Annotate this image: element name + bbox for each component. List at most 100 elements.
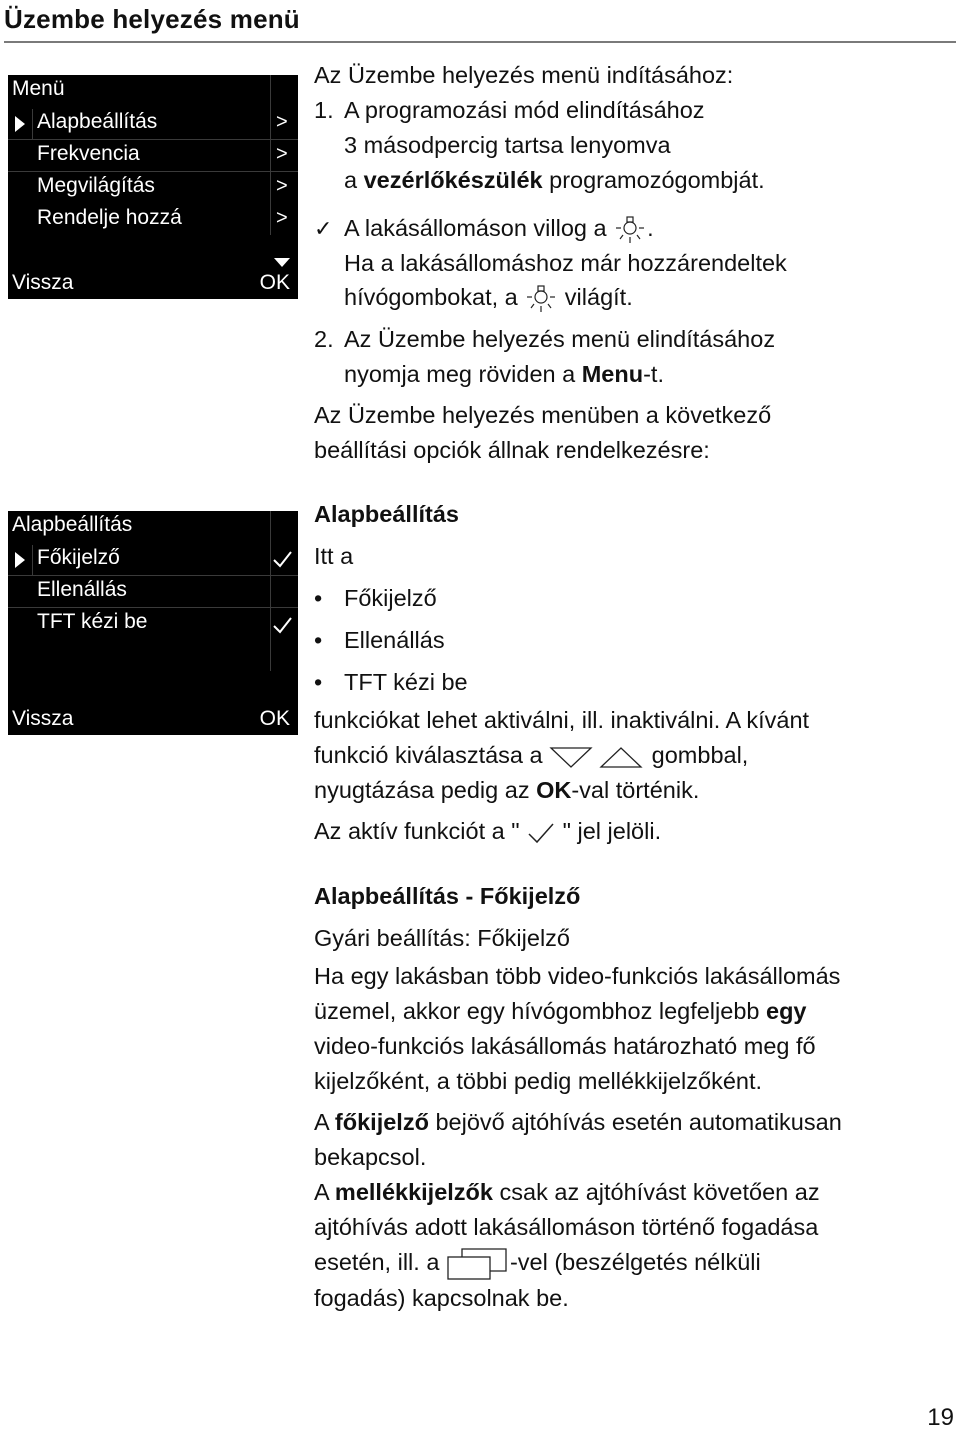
section-main-display-body: Ha egy lakásban több video-funkciós laká… bbox=[314, 959, 842, 1316]
text: gombbal, bbox=[645, 742, 749, 768]
paragraph-line: esetén, ill. a -vel (beszélgetés nélküli bbox=[314, 1245, 842, 1281]
paragraph-line: Ha egy lakásban több video-funkciós laká… bbox=[314, 963, 841, 989]
chevron-right-icon: > bbox=[276, 175, 288, 197]
menu-item-label: Alapbeállítás bbox=[37, 110, 158, 133]
bold-text: OK bbox=[536, 777, 572, 803]
step-2: 2. Az Üzembe helyezés menü elindításához bbox=[314, 322, 775, 357]
section-main-display-header: Alapbeállítás - Főkijelző Gyári beállítá… bbox=[314, 875, 580, 959]
triangle-down-outline-icon bbox=[549, 747, 593, 768]
title-divider bbox=[4, 41, 956, 43]
bold-text: egy bbox=[766, 998, 807, 1024]
factory-setting: Gyári beállítás: Főkijelző bbox=[314, 925, 570, 951]
result-line-1: ✓ A lakásállomáson villog a . bbox=[314, 211, 787, 246]
result-text: ✓ A lakásállomáson villog a . Ha a lakásá… bbox=[314, 211, 787, 314]
section-heading: Alapbeállítás bbox=[314, 501, 459, 527]
step-1-line-2: 3 másodpercig tartsa lenyomva bbox=[344, 132, 671, 158]
paragraph-line: A főkijelző bejövő ajtóhívás esetén auto… bbox=[314, 1105, 842, 1140]
text: világít. bbox=[558, 284, 633, 310]
text: bejövő ajtóhívás esetén automatikusan bbox=[428, 1109, 842, 1135]
lamp-icon bbox=[527, 285, 556, 312]
paragraph-line: fogadás) kapcsolnak be. bbox=[314, 1284, 569, 1311]
selection-arrow-icon bbox=[15, 116, 25, 132]
menu-item-frekvencia[interactable]: Frekvencia > bbox=[8, 139, 298, 172]
text: nyomja meg röviden a bbox=[344, 361, 582, 387]
checkmark-icon bbox=[273, 551, 292, 568]
text: funkció kiválasztása a bbox=[314, 742, 550, 768]
text: A bbox=[314, 1109, 335, 1135]
bullet-text: Ellenállás bbox=[344, 627, 445, 653]
step-text: Az Üzembe helyezés menü elindításához bbox=[344, 326, 776, 352]
paragraph-line: video-funkciós lakásállomás határozható … bbox=[314, 1033, 816, 1059]
step-2-text: 2. Az Üzembe helyezés menü elindításához … bbox=[314, 322, 775, 392]
screen-title: Menü bbox=[12, 77, 65, 100]
section-basic: Alapbeállítás Itt a • Főkijelző • Ellenáll… bbox=[314, 493, 468, 703]
selection-bar bbox=[32, 109, 33, 139]
bullet-item: • Ellenállás bbox=[314, 619, 468, 661]
step-number: 1. bbox=[314, 97, 334, 123]
options-line-2: beállítási opciók állnak rendelkezésre: bbox=[314, 437, 710, 463]
text: . bbox=[647, 215, 654, 241]
scroll-down-icon bbox=[274, 258, 290, 267]
bullet-text: Főkijelző bbox=[344, 585, 437, 611]
chevron-right-icon: > bbox=[276, 207, 288, 229]
checkmark-icon bbox=[273, 617, 292, 634]
step-number: 2. bbox=[314, 326, 334, 352]
intro-text: Az Üzembe helyezés menü indításához: 1. A… bbox=[314, 58, 765, 198]
text: -t. bbox=[643, 361, 664, 387]
text: Az aktív funkciót a " bbox=[314, 818, 527, 844]
result-line-3: hívógombokat, a világít. bbox=[314, 280, 787, 314]
menu-item-label: Ellenállás bbox=[37, 578, 127, 601]
step-1-line-3: a vezérlőkészülék programozógombját. bbox=[314, 163, 765, 198]
paragraph-line: funkció kiválasztása a gombbal, bbox=[314, 738, 809, 773]
options-text: Az Üzembe helyezés menüben a következő b… bbox=[314, 398, 771, 468]
back-softkey[interactable]: Vissza bbox=[12, 707, 73, 731]
result-check-icon: ✓ bbox=[314, 216, 333, 241]
intro-line: Az Üzembe helyezés menü indításához: bbox=[314, 62, 734, 88]
device-screen-main-menu: Menü Alapbeállítás > Frekvencia > Megvil… bbox=[8, 75, 298, 299]
selection-bar bbox=[32, 545, 33, 575]
text: programozógombját. bbox=[542, 167, 765, 193]
lamp-icon bbox=[616, 216, 645, 243]
menu-item-alapbeallitas[interactable]: Alapbeállítás > bbox=[8, 107, 298, 140]
menu-item-megvilagitas[interactable]: Megvilágítás > bbox=[8, 171, 298, 203]
bold-text: mellékkijelzők bbox=[334, 1179, 493, 1205]
paragraph-line: Az aktív funkciót a " " jel jelöli. bbox=[314, 814, 809, 849]
text: nyugtázása pedig az bbox=[314, 777, 537, 803]
chevron-right-icon: > bbox=[276, 111, 288, 133]
display-windows-icon bbox=[447, 1248, 507, 1280]
options-line-1: Az Üzembe helyezés menüben a következő bbox=[314, 402, 772, 428]
menu-item-fokijelzo[interactable]: Főkijelző bbox=[8, 543, 298, 576]
text: -val történik. bbox=[571, 777, 700, 803]
device-screen-basic-settings: Alapbeállítás Főkijelző Ellenállás TFT k… bbox=[8, 511, 298, 735]
text: esetén, ill. a bbox=[314, 1249, 446, 1275]
menu-item-ellenallas[interactable]: Ellenállás bbox=[8, 575, 298, 608]
menu-item-tft-kezi-be[interactable]: TFT kézi be bbox=[8, 607, 298, 639]
bullet-icon: • bbox=[314, 585, 323, 611]
text: üzemel, akkor egy hívógombhoz legfeljebb bbox=[314, 998, 766, 1024]
step-text: A programozási mód elindításához bbox=[344, 97, 705, 123]
bold-text: Menu bbox=[581, 361, 644, 387]
ok-softkey[interactable]: OK bbox=[260, 271, 290, 295]
page-title: Üzembe helyezés menü bbox=[4, 4, 300, 34]
bullet-icon: • bbox=[314, 669, 323, 695]
text: a bbox=[344, 167, 364, 193]
paragraph-line: bekapcsol. bbox=[314, 1144, 427, 1170]
text: -vel (beszélgetés nélküli bbox=[509, 1249, 761, 1275]
text: csak az ajtóhívást követően az bbox=[493, 1179, 820, 1205]
text: " jel jelöli. bbox=[556, 818, 662, 844]
back-softkey[interactable]: Vissza bbox=[12, 271, 73, 295]
triangle-up-outline-icon bbox=[599, 746, 643, 768]
section-basic-paragraph: funkciókat lehet aktiválni, ill. inaktiv… bbox=[314, 703, 809, 849]
menu-item-label: Főkijelző bbox=[37, 546, 120, 569]
paragraph-line: nyugtázása pedig az OK-val történik. bbox=[314, 773, 809, 808]
menu-item-label: Rendelje hozzá bbox=[37, 206, 182, 229]
checkmark-icon bbox=[528, 823, 554, 843]
menu-item-rendelje-hozza[interactable]: Rendelje hozzá > bbox=[8, 203, 298, 235]
ok-softkey[interactable]: OK bbox=[260, 707, 290, 731]
result-line-2: Ha a lakásállomáshoz már hozzárendeltek bbox=[344, 250, 787, 276]
bullet-text: TFT kézi be bbox=[344, 669, 468, 695]
paragraph-line: kijelzőként, a többi pedig mellékkijelző… bbox=[314, 1068, 763, 1094]
menu-item-label: TFT kézi be bbox=[37, 610, 148, 633]
step-1: 1. A programozási mód elindításához bbox=[314, 93, 765, 128]
menu-item-label: Frekvencia bbox=[37, 142, 140, 165]
